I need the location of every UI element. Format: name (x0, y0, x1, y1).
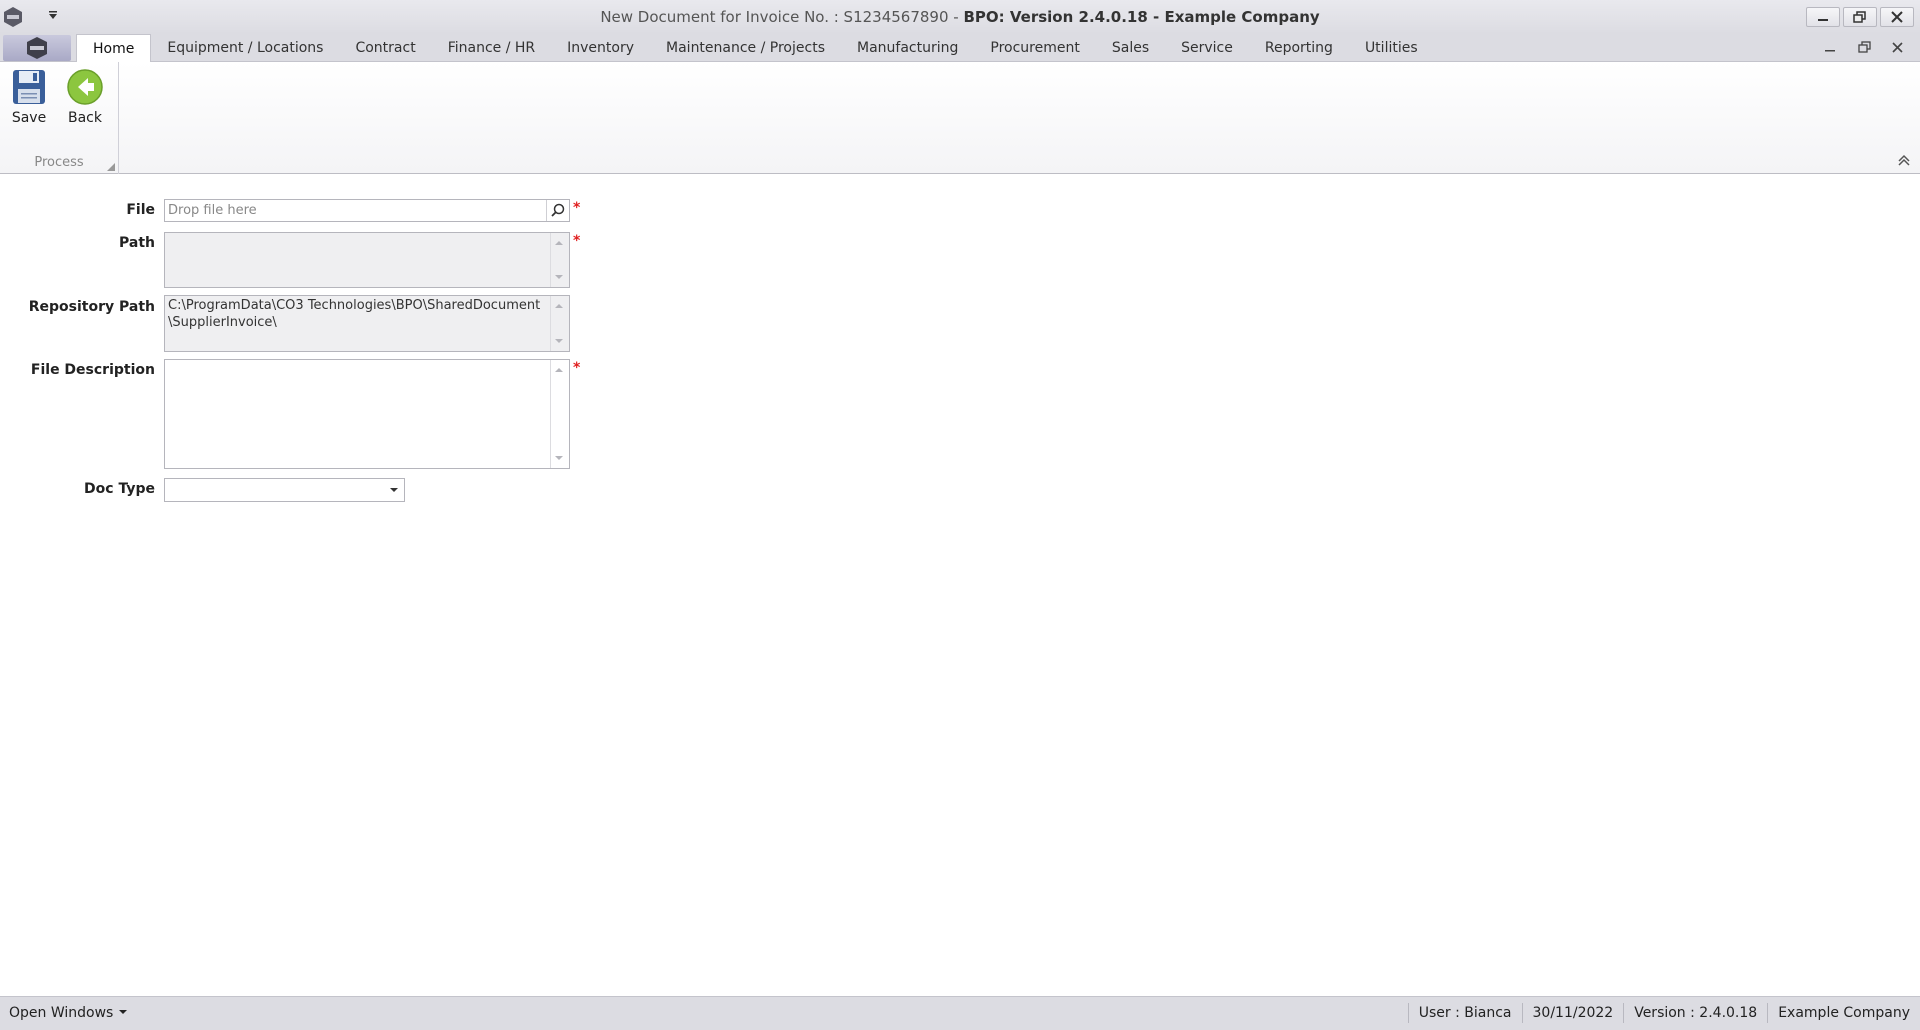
search-icon (551, 203, 565, 217)
status-version: Version : 2.4.0.18 (1623, 1003, 1767, 1023)
restore-icon (1858, 41, 1871, 53)
path-label: Path (119, 235, 155, 251)
repository-path-textarea[interactable]: C:\ProgramData\CO3 Technologies\BPO\Shar… (164, 295, 570, 352)
tab-maintenance-projects[interactable]: Maintenance / Projects (650, 34, 841, 62)
tab-manufacturing[interactable]: Manufacturing (841, 34, 974, 62)
tab-reporting[interactable]: Reporting (1249, 34, 1349, 62)
file-label: File (126, 202, 155, 218)
minimize-icon (1818, 19, 1828, 21)
mdi-minimize-button[interactable] (1820, 38, 1840, 58)
repository-path-label: Repository Path (28, 299, 155, 315)
window-title: New Document for Invoice No. : S12345678… (600, 8, 1320, 26)
save-button[interactable]: Save (3, 66, 55, 134)
save-label: Save (11, 110, 47, 126)
browse-file-button[interactable] (546, 200, 569, 221)
group-launcher-icon[interactable] (107, 163, 115, 171)
tab-contract[interactable]: Contract (339, 34, 431, 62)
file-description-required-marker: * (573, 360, 581, 376)
app-menu-logo-icon (27, 37, 47, 59)
file-placeholder: Drop file here (168, 203, 257, 218)
status-user: User : Bianca (1407, 1003, 1522, 1023)
restore-icon (1853, 11, 1866, 23)
caret-down-icon (118, 1010, 127, 1014)
mdi-window-controls (1820, 38, 1908, 58)
file-required-marker: * (573, 200, 581, 216)
tab-inventory[interactable]: Inventory (551, 34, 650, 62)
tab-service[interactable]: Service (1165, 34, 1249, 62)
path-required-marker: * (573, 233, 581, 249)
tab-sales[interactable]: Sales (1096, 34, 1165, 62)
status-company: Example Company (1767, 1003, 1920, 1023)
minimize-icon (1825, 50, 1835, 52)
tab-procurement[interactable]: Procurement (974, 34, 1095, 62)
status-info: User : Bianca 30/11/2022 Version : 2.4.0… (1407, 997, 1920, 1030)
doc-type-select[interactable] (164, 478, 405, 502)
back-arrow-icon (67, 69, 103, 105)
tab-utilities[interactable]: Utilities (1349, 34, 1434, 62)
ribbon-group-process: Save Back Process (0, 62, 119, 174)
path-textarea[interactable] (164, 232, 570, 288)
title-bar: New Document for Invoice No. : S12345678… (0, 0, 1920, 34)
mdi-close-button[interactable] (1888, 38, 1908, 58)
path-scrollbar[interactable] (550, 233, 569, 287)
status-date: 30/11/2022 (1521, 1003, 1624, 1023)
minimize-button[interactable] (1806, 7, 1840, 27)
file-description-textarea[interactable] (164, 359, 570, 469)
tab-finance-hr[interactable]: Finance / HR (432, 34, 551, 62)
collapse-ribbon-icon[interactable] (1896, 153, 1912, 167)
application-menu-button[interactable] (3, 35, 71, 61)
back-button[interactable]: Back (59, 66, 111, 134)
doc-type-label: Doc Type (84, 481, 155, 497)
floppy-disk-icon (13, 70, 45, 104)
open-windows-menu[interactable]: Open Windows (9, 1005, 128, 1021)
file-description-scrollbar[interactable] (550, 360, 569, 468)
ribbon-group-label: Process (34, 155, 84, 170)
mdi-restore-button[interactable] (1854, 38, 1874, 58)
ribbon-tabs: Home Equipment / Locations Contract Fina… (76, 34, 1434, 62)
repository-path-line-1: C:\ProgramData\CO3 Technologies\BPO\Shar… (168, 298, 541, 313)
ribbon-panel: Save Back Process (0, 62, 1920, 174)
chevron-down-icon[interactable] (384, 479, 404, 501)
close-icon (1892, 42, 1903, 53)
close-button[interactable] (1880, 7, 1914, 27)
tab-equipment-locations[interactable]: Equipment / Locations (151, 34, 339, 62)
status-bar: Open Windows User : Bianca 30/11/2022 Ve… (0, 996, 1920, 1030)
ribbon-tab-row: Home Equipment / Locations Contract Fina… (0, 34, 1920, 62)
file-description-label: File Description (30, 362, 155, 378)
file-input[interactable]: Drop file here (164, 199, 570, 222)
back-label: Back (68, 110, 102, 126)
repository-path-scrollbar[interactable] (550, 296, 569, 351)
open-windows-label: Open Windows (9, 1005, 114, 1021)
tab-home[interactable]: Home (76, 34, 152, 62)
restore-button[interactable] (1843, 7, 1877, 27)
repository-path-line-2: \SupplierInvoice\ (168, 315, 277, 330)
close-icon (1891, 11, 1903, 23)
